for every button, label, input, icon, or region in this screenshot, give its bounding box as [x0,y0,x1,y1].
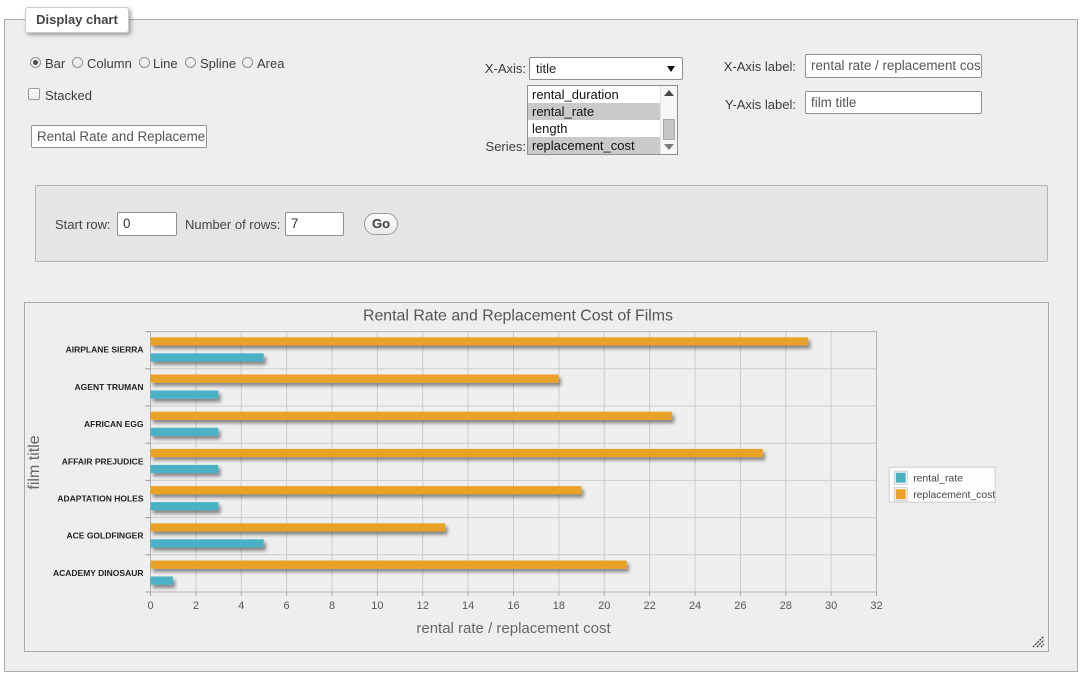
svg-text:film title: film title [26,435,43,489]
svg-text:AGENT TRUMAN: AGENT TRUMAN [75,382,144,392]
svg-text:30: 30 [825,600,837,612]
svg-text:AIRPLANE SIERRA: AIRPLANE SIERRA [66,345,144,355]
svg-text:8: 8 [329,600,335,612]
svg-text:0: 0 [147,600,153,612]
svg-text:6: 6 [284,600,290,612]
svg-text:22: 22 [643,600,655,612]
svg-text:rental_rate: rental_rate [913,474,963,485]
svg-text:14: 14 [462,600,474,612]
svg-text:AFRICAN EGG: AFRICAN EGG [84,419,144,429]
svg-text:rental rate / replacement cost: rental rate / replacement cost [416,620,611,637]
svg-text:AFFAIR PREJUDICE: AFFAIR PREJUDICE [62,456,144,466]
svg-text:24: 24 [689,600,701,612]
svg-text:replacement_cost: replacement_cost [913,490,995,501]
svg-text:Rental Rate and Replacement Co: Rental Rate and Replacement Cost of Film… [363,308,673,325]
svg-text:12: 12 [417,600,429,612]
svg-text:10: 10 [371,600,383,612]
svg-text:ADAPTATION HOLES: ADAPTATION HOLES [57,494,143,504]
svg-text:4: 4 [238,600,244,612]
svg-text:16: 16 [507,600,519,612]
svg-text:32: 32 [870,600,882,612]
svg-text:20: 20 [598,600,610,612]
svg-text:28: 28 [780,600,792,612]
svg-text:2: 2 [193,600,199,612]
svg-text:18: 18 [553,600,565,612]
svg-text:26: 26 [734,600,746,612]
svg-text:ACE GOLDFINGER: ACE GOLDFINGER [67,531,144,541]
svg-text:ACADEMY DINOSAUR: ACADEMY DINOSAUR [53,568,144,578]
